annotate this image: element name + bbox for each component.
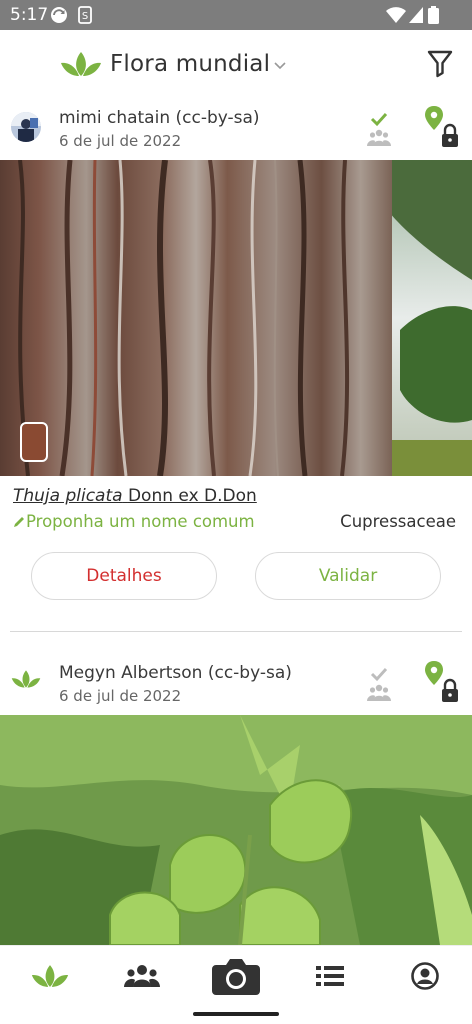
observation-header[interactable]: mimi chatain (cc-by-sa) 6 de jul de 2022	[0, 98, 472, 160]
observation-photo[interactable]	[0, 160, 472, 476]
list-icon	[316, 966, 344, 986]
wifi-icon	[386, 7, 406, 23]
status-bar: 5:17 S	[0, 0, 472, 30]
nav-community[interactable]	[112, 946, 172, 1006]
gesture-handle[interactable]	[193, 1012, 279, 1016]
sync-icon	[51, 7, 67, 23]
sim-icon: S	[78, 6, 92, 24]
leaf-avatar-icon[interactable]	[11, 669, 41, 689]
observation-photo[interactable]	[0, 715, 472, 945]
profile-icon	[411, 962, 439, 990]
propose-common-name-link[interactable]: Proponha um nome comum	[13, 512, 255, 531]
flora-selector[interactable]: Flora mundial	[60, 44, 286, 84]
gesture-bar	[0, 1005, 472, 1024]
validated-check-icon	[367, 112, 391, 146]
observation-divider	[10, 631, 462, 632]
battery-icon	[428, 6, 439, 24]
user-avatar[interactable]	[11, 112, 41, 142]
svg-text:S: S	[82, 11, 88, 22]
location-private-icon	[425, 661, 458, 702]
app-title: Flora mundial	[110, 51, 271, 77]
validate-button[interactable]: Validar	[255, 552, 441, 600]
scientific-name: Thuja plicata	[13, 486, 123, 506]
observation-date: 6 de jul de 2022	[59, 687, 182, 705]
filter-icon[interactable]	[426, 48, 454, 78]
leaf-logo-icon	[61, 52, 101, 76]
scientific-name-link[interactable]: Thuja plicata Donn ex D.Don	[13, 486, 257, 506]
nav-camera[interactable]	[206, 946, 266, 1006]
common-name-row: Proponha um nome comum Cupressaceae	[0, 512, 472, 538]
nav-profile[interactable]	[395, 946, 455, 1006]
community-icon	[124, 965, 160, 987]
organ-bark-icon	[20, 422, 48, 462]
location-private-icon	[425, 106, 458, 147]
observation-author[interactable]: Megyn Albertson (cc-by-sa)	[59, 663, 292, 683]
nav-list[interactable]	[300, 946, 360, 1006]
nav-home[interactable]	[20, 946, 80, 1006]
details-button[interactable]: Detalhes	[31, 552, 217, 600]
status-time: 5:17	[10, 5, 49, 25]
observation-date: 6 de jul de 2022	[59, 132, 182, 150]
pending-check-icon	[367, 667, 391, 701]
propose-common-name-label: Proponha um nome comum	[26, 512, 255, 531]
taxon-row: Thuja plicata Donn ex D.Don	[0, 486, 472, 512]
family-name: Cupressaceae	[340, 512, 456, 531]
app-header: Flora mundial	[0, 30, 472, 98]
scientific-authority: Donn ex D.Don	[127, 486, 257, 506]
home-leaf-icon	[31, 965, 69, 987]
signal-icon	[409, 7, 423, 23]
observation-author[interactable]: mimi chatain (cc-by-sa)	[59, 108, 260, 128]
chevron-down-icon	[274, 62, 286, 70]
pencil-icon	[14, 517, 24, 527]
camera-icon	[212, 959, 260, 995]
observation-header[interactable]: Megyn Albertson (cc-by-sa) 6 de jul de 2…	[0, 653, 472, 715]
bottom-navigation	[0, 945, 472, 1005]
